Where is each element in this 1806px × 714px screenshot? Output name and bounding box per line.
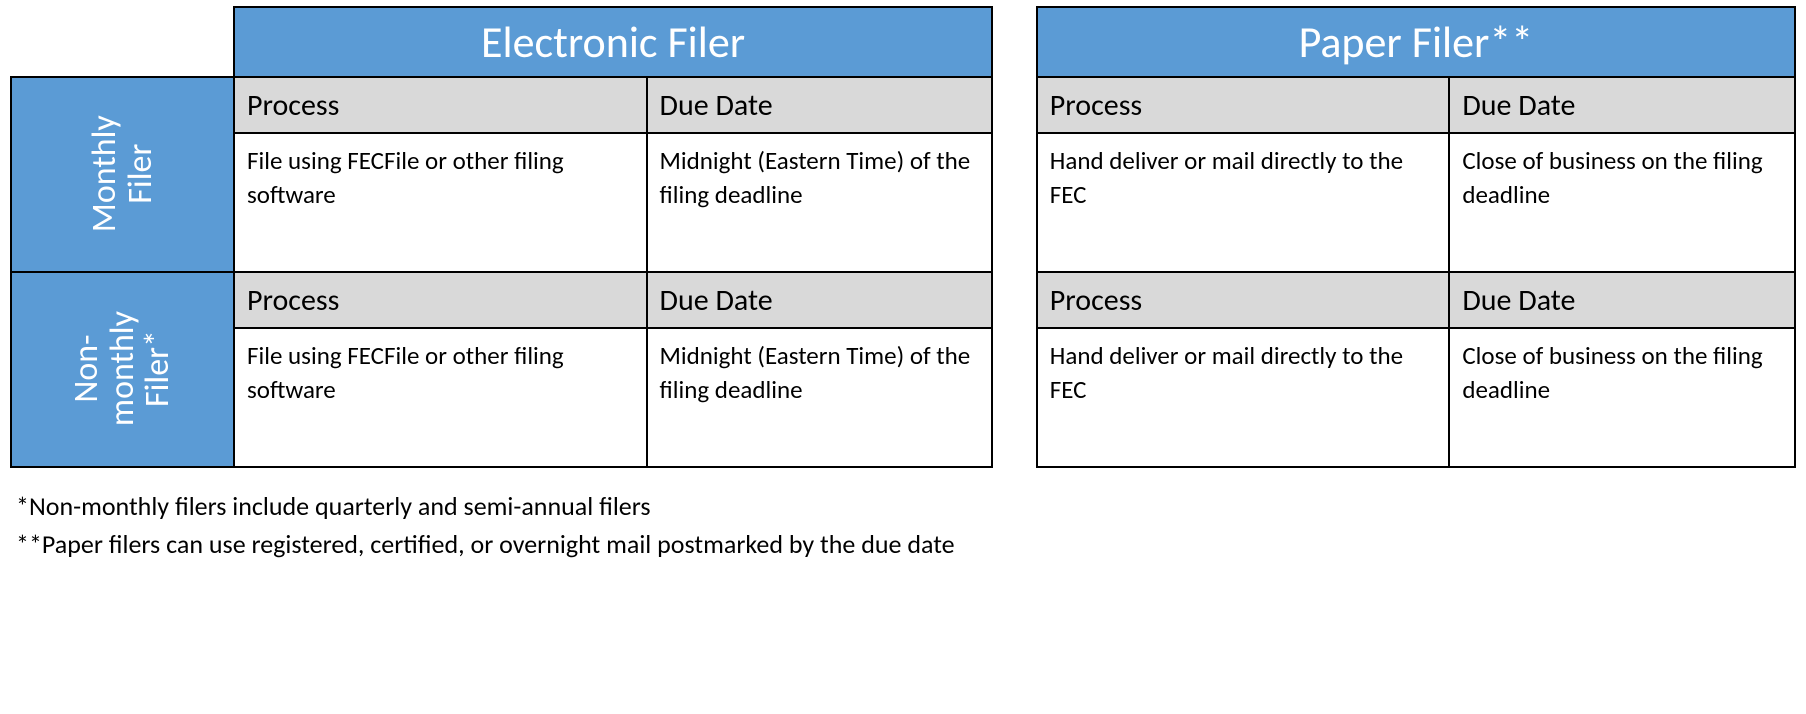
subhdr-monthly-elec-due: Due Date: [647, 77, 993, 133]
cell-nonmonthly-paper-due: Close of business on the filing deadline: [1449, 328, 1795, 467]
subhdr-monthly-paper-due: Due Date: [1449, 77, 1795, 133]
footnotes: *Non-monthly filers include quarterly an…: [10, 488, 1796, 563]
gap: [992, 133, 1037, 272]
cell-monthly-elec-due: Midnight (Eastern Time) of the filing de…: [647, 133, 993, 272]
col-header-electronic: Electronic Filer: [234, 7, 992, 77]
cell-nonmonthly-elec-process: File using FECFile or other filing softw…: [234, 328, 647, 467]
subhdr-nonmonthly-paper-due: Due Date: [1449, 272, 1795, 328]
corner-empty: [11, 7, 234, 77]
row-header-monthly-label: MonthlyFiler: [87, 115, 158, 232]
cell-monthly-paper-process: Hand deliver or mail directly to the FEC: [1037, 133, 1450, 272]
col-header-paper: Paper Filer**: [1037, 7, 1795, 77]
cell-monthly-elec-process: File using FECFile or other filing softw…: [234, 133, 647, 272]
subhdr-monthly-elec-process: Process: [234, 77, 647, 133]
gap: [992, 328, 1037, 467]
subhdr-nonmonthly-elec-due: Due Date: [647, 272, 993, 328]
gap: [992, 272, 1037, 328]
gap: [992, 7, 1037, 77]
subhdr-nonmonthly-paper-process: Process: [1037, 272, 1450, 328]
cell-monthly-paper-due: Close of business on the filing deadline: [1449, 133, 1795, 272]
row-header-non-monthly: Non-monthlyFiler*: [11, 272, 234, 467]
subhdr-nonmonthly-elec-process: Process: [234, 272, 647, 328]
filing-deadlines-table: Electronic Filer Paper Filer** MonthlyFi…: [10, 6, 1796, 468]
row-header-monthly: MonthlyFiler: [11, 77, 234, 272]
subhdr-monthly-paper-process: Process: [1037, 77, 1450, 133]
gap: [992, 77, 1037, 133]
cell-nonmonthly-elec-due: Midnight (Eastern Time) of the filing de…: [647, 328, 993, 467]
row-header-non-monthly-label: Non-monthlyFiler*: [69, 311, 176, 426]
footnote-2: **Paper filers can use registered, certi…: [16, 526, 1796, 564]
cell-nonmonthly-paper-process: Hand deliver or mail directly to the FEC: [1037, 328, 1450, 467]
footnote-1: *Non-monthly filers include quarterly an…: [16, 488, 1796, 526]
